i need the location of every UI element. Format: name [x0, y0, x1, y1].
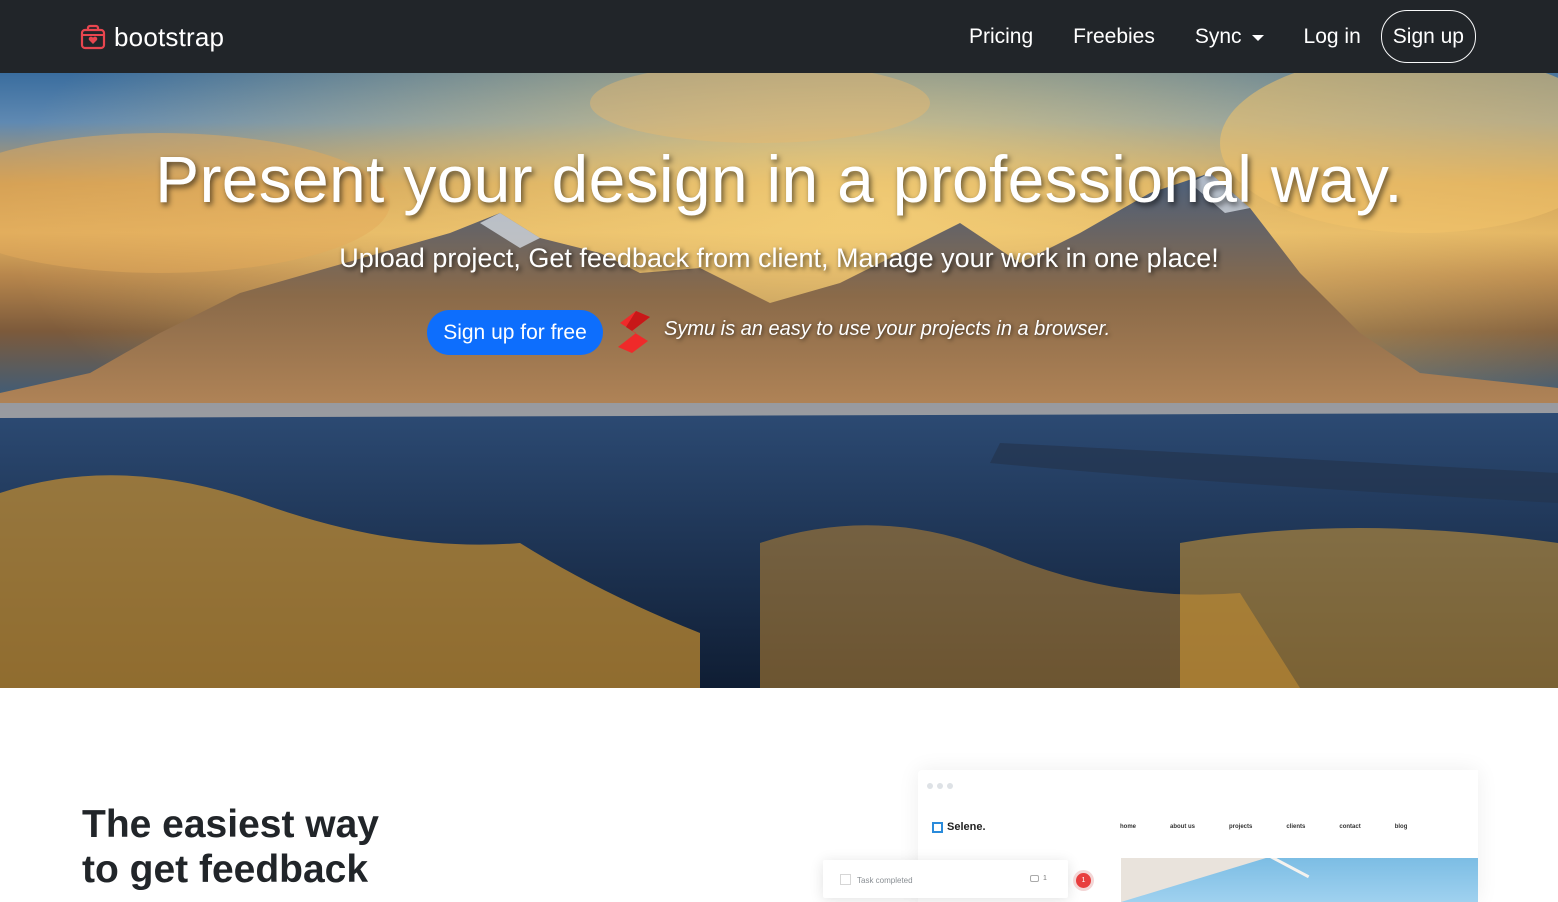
square-logo-icon [932, 821, 943, 833]
nav-link-freebies[interactable]: Freebies [1073, 25, 1155, 49]
symu-promo-text: Symu is an easy to use your projects in … [664, 318, 1111, 340]
comment-count-value: 1 [1043, 875, 1047, 882]
mockup-brand-name: Selene. [947, 821, 986, 833]
mockup-brand: Selene. [932, 821, 986, 833]
nav-link-login[interactable]: Log in [1304, 25, 1361, 49]
mockup-nav-item: contact [1339, 824, 1361, 830]
mockup-nav: home about us projects clients contact b… [1120, 824, 1441, 830]
nav-links: Pricing Freebies Sync Log in Sign up [969, 10, 1476, 63]
comment-count: 1 [1030, 875, 1047, 882]
navbar: bootstrap Pricing Freebies Sync Log in S… [0, 0, 1558, 73]
mockup-nav-item: blog [1394, 824, 1408, 830]
hero-banner: Present your design in a professional wa… [0, 73, 1558, 688]
hero-title: Present your design in a professional wa… [155, 142, 1403, 216]
feature-heading: The easiest way to get feedback [82, 802, 379, 892]
mockup-nav-item: home [1120, 824, 1137, 830]
signup-button[interactable]: Sign up [1380, 10, 1476, 63]
mockup-nav-item: clients [1286, 824, 1306, 830]
task-text: Task completed [857, 876, 913, 885]
feature-heading-line2: to get feedback [82, 848, 369, 891]
signup-free-button[interactable]: Sign up for free [427, 310, 603, 355]
notification-badge: 1 [1076, 873, 1091, 888]
checkbox-icon [840, 874, 851, 885]
mockup-nav-item: projects [1229, 824, 1253, 830]
mockup-nav-item: about us [1170, 824, 1196, 830]
task-card: Task completed 1 [823, 860, 1068, 898]
heart-box-icon [80, 24, 106, 50]
mockup-photo [1121, 858, 1478, 902]
nav-link-pricing[interactable]: Pricing [969, 25, 1033, 49]
nav-dropdown-label: Sync [1194, 24, 1242, 48]
caret-down-icon [1251, 34, 1264, 41]
feature-heading-line1: The easiest way [82, 803, 379, 846]
window-dots [927, 783, 957, 789]
hero-subtitle: Upload project, Get feedback from client… [339, 243, 1219, 273]
brand-link[interactable]: bootstrap [80, 20, 224, 54]
nav-dropdown-sync[interactable]: Sync [1195, 25, 1264, 49]
comment-icon [1030, 875, 1039, 882]
brand-name: bootstrap [114, 21, 225, 52]
symu-logo-icon [618, 311, 650, 353]
